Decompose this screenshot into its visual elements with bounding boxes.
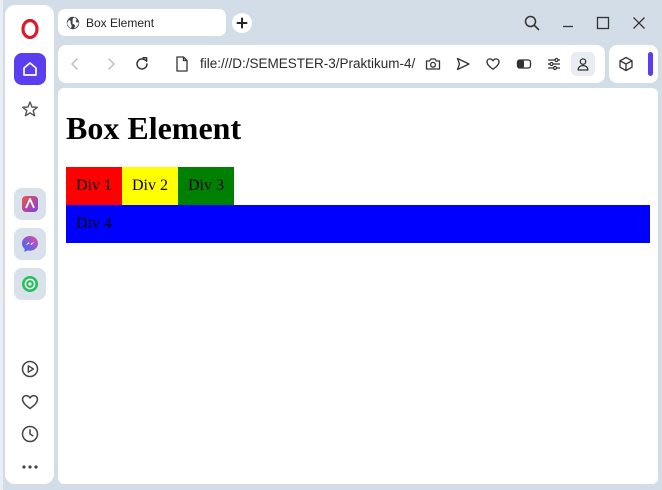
address-bar: file:///D:/SEMESTER-3/Praktikum-4/	[58, 45, 605, 83]
history-button[interactable]	[17, 421, 43, 447]
close-icon	[633, 17, 645, 29]
sidebar-toggle-bar[interactable]	[648, 52, 653, 76]
more-icon	[22, 465, 38, 469]
div-4-box: Div 4	[66, 205, 650, 243]
aria-button[interactable]	[14, 188, 46, 220]
home-button[interactable]	[14, 53, 46, 85]
forward-button[interactable]	[100, 53, 122, 75]
profile-icon	[577, 58, 589, 71]
back-button[interactable]	[64, 53, 86, 75]
maximize-icon	[596, 16, 610, 30]
search-tabs-icon	[524, 15, 540, 31]
forward-icon	[108, 58, 115, 70]
extensions-cube-icon	[619, 56, 633, 72]
maximize-button[interactable]	[592, 12, 614, 34]
heart-icon	[486, 58, 500, 70]
profile-button[interactable]	[571, 52, 595, 76]
div-3-box: Div 3	[178, 167, 234, 205]
reload-icon	[136, 57, 148, 70]
player-icon	[21, 360, 39, 378]
player-button[interactable]	[17, 356, 43, 382]
sidebar	[5, 5, 54, 484]
settings-icon	[548, 57, 560, 71]
history-icon	[21, 425, 39, 443]
messenger-icon	[22, 236, 38, 252]
page-icon[interactable]	[172, 54, 192, 74]
camera-icon	[425, 58, 441, 70]
speed-dial-button[interactable]	[14, 93, 46, 125]
battery-icon	[516, 59, 532, 69]
heart-icon	[21, 394, 39, 410]
whatsapp-button[interactable]	[14, 268, 46, 300]
extensions-button[interactable]	[616, 54, 636, 74]
page-viewport: Box Element Div 1 Div 2 Div 3 Div 4	[58, 88, 658, 484]
div-1-box: Div 1	[66, 167, 122, 205]
window-edge	[0, 0, 3, 490]
star-icon	[22, 101, 38, 117]
tab-box-element[interactable]: Box Element	[58, 9, 226, 36]
new-tab-button[interactable]	[232, 13, 252, 33]
back-icon	[71, 58, 78, 70]
div-2-box: Div 2	[122, 167, 178, 205]
close-button[interactable]	[628, 12, 650, 34]
extensions-area	[609, 45, 658, 83]
snapshot-button[interactable]	[422, 53, 444, 75]
battery-saver-button[interactable]	[513, 53, 535, 75]
add-to-flow-button[interactable]	[482, 53, 504, 75]
easy-setup-button[interactable]	[543, 53, 565, 75]
my-flow-button[interactable]	[17, 389, 43, 415]
send-button[interactable]	[452, 53, 474, 75]
globe-icon	[66, 16, 80, 29]
opera-logo-icon[interactable]	[14, 13, 46, 45]
send-icon	[456, 57, 470, 71]
messenger-button[interactable]	[14, 228, 46, 260]
url-field[interactable]: file:///D:/SEMESTER-3/Praktikum-4/	[200, 56, 415, 71]
plus-icon	[236, 17, 248, 29]
search-tabs-button[interactable]	[521, 12, 543, 34]
page-heading: Box Element	[66, 110, 242, 146]
more-button[interactable]	[17, 454, 43, 480]
home-icon	[23, 62, 37, 76]
reload-button[interactable]	[131, 53, 153, 75]
minimize-button[interactable]	[557, 12, 579, 34]
whatsapp-icon	[22, 276, 38, 292]
minimize-icon	[563, 25, 573, 28]
tab-title: Box Element	[86, 15, 155, 30]
aria-icon	[22, 196, 38, 212]
